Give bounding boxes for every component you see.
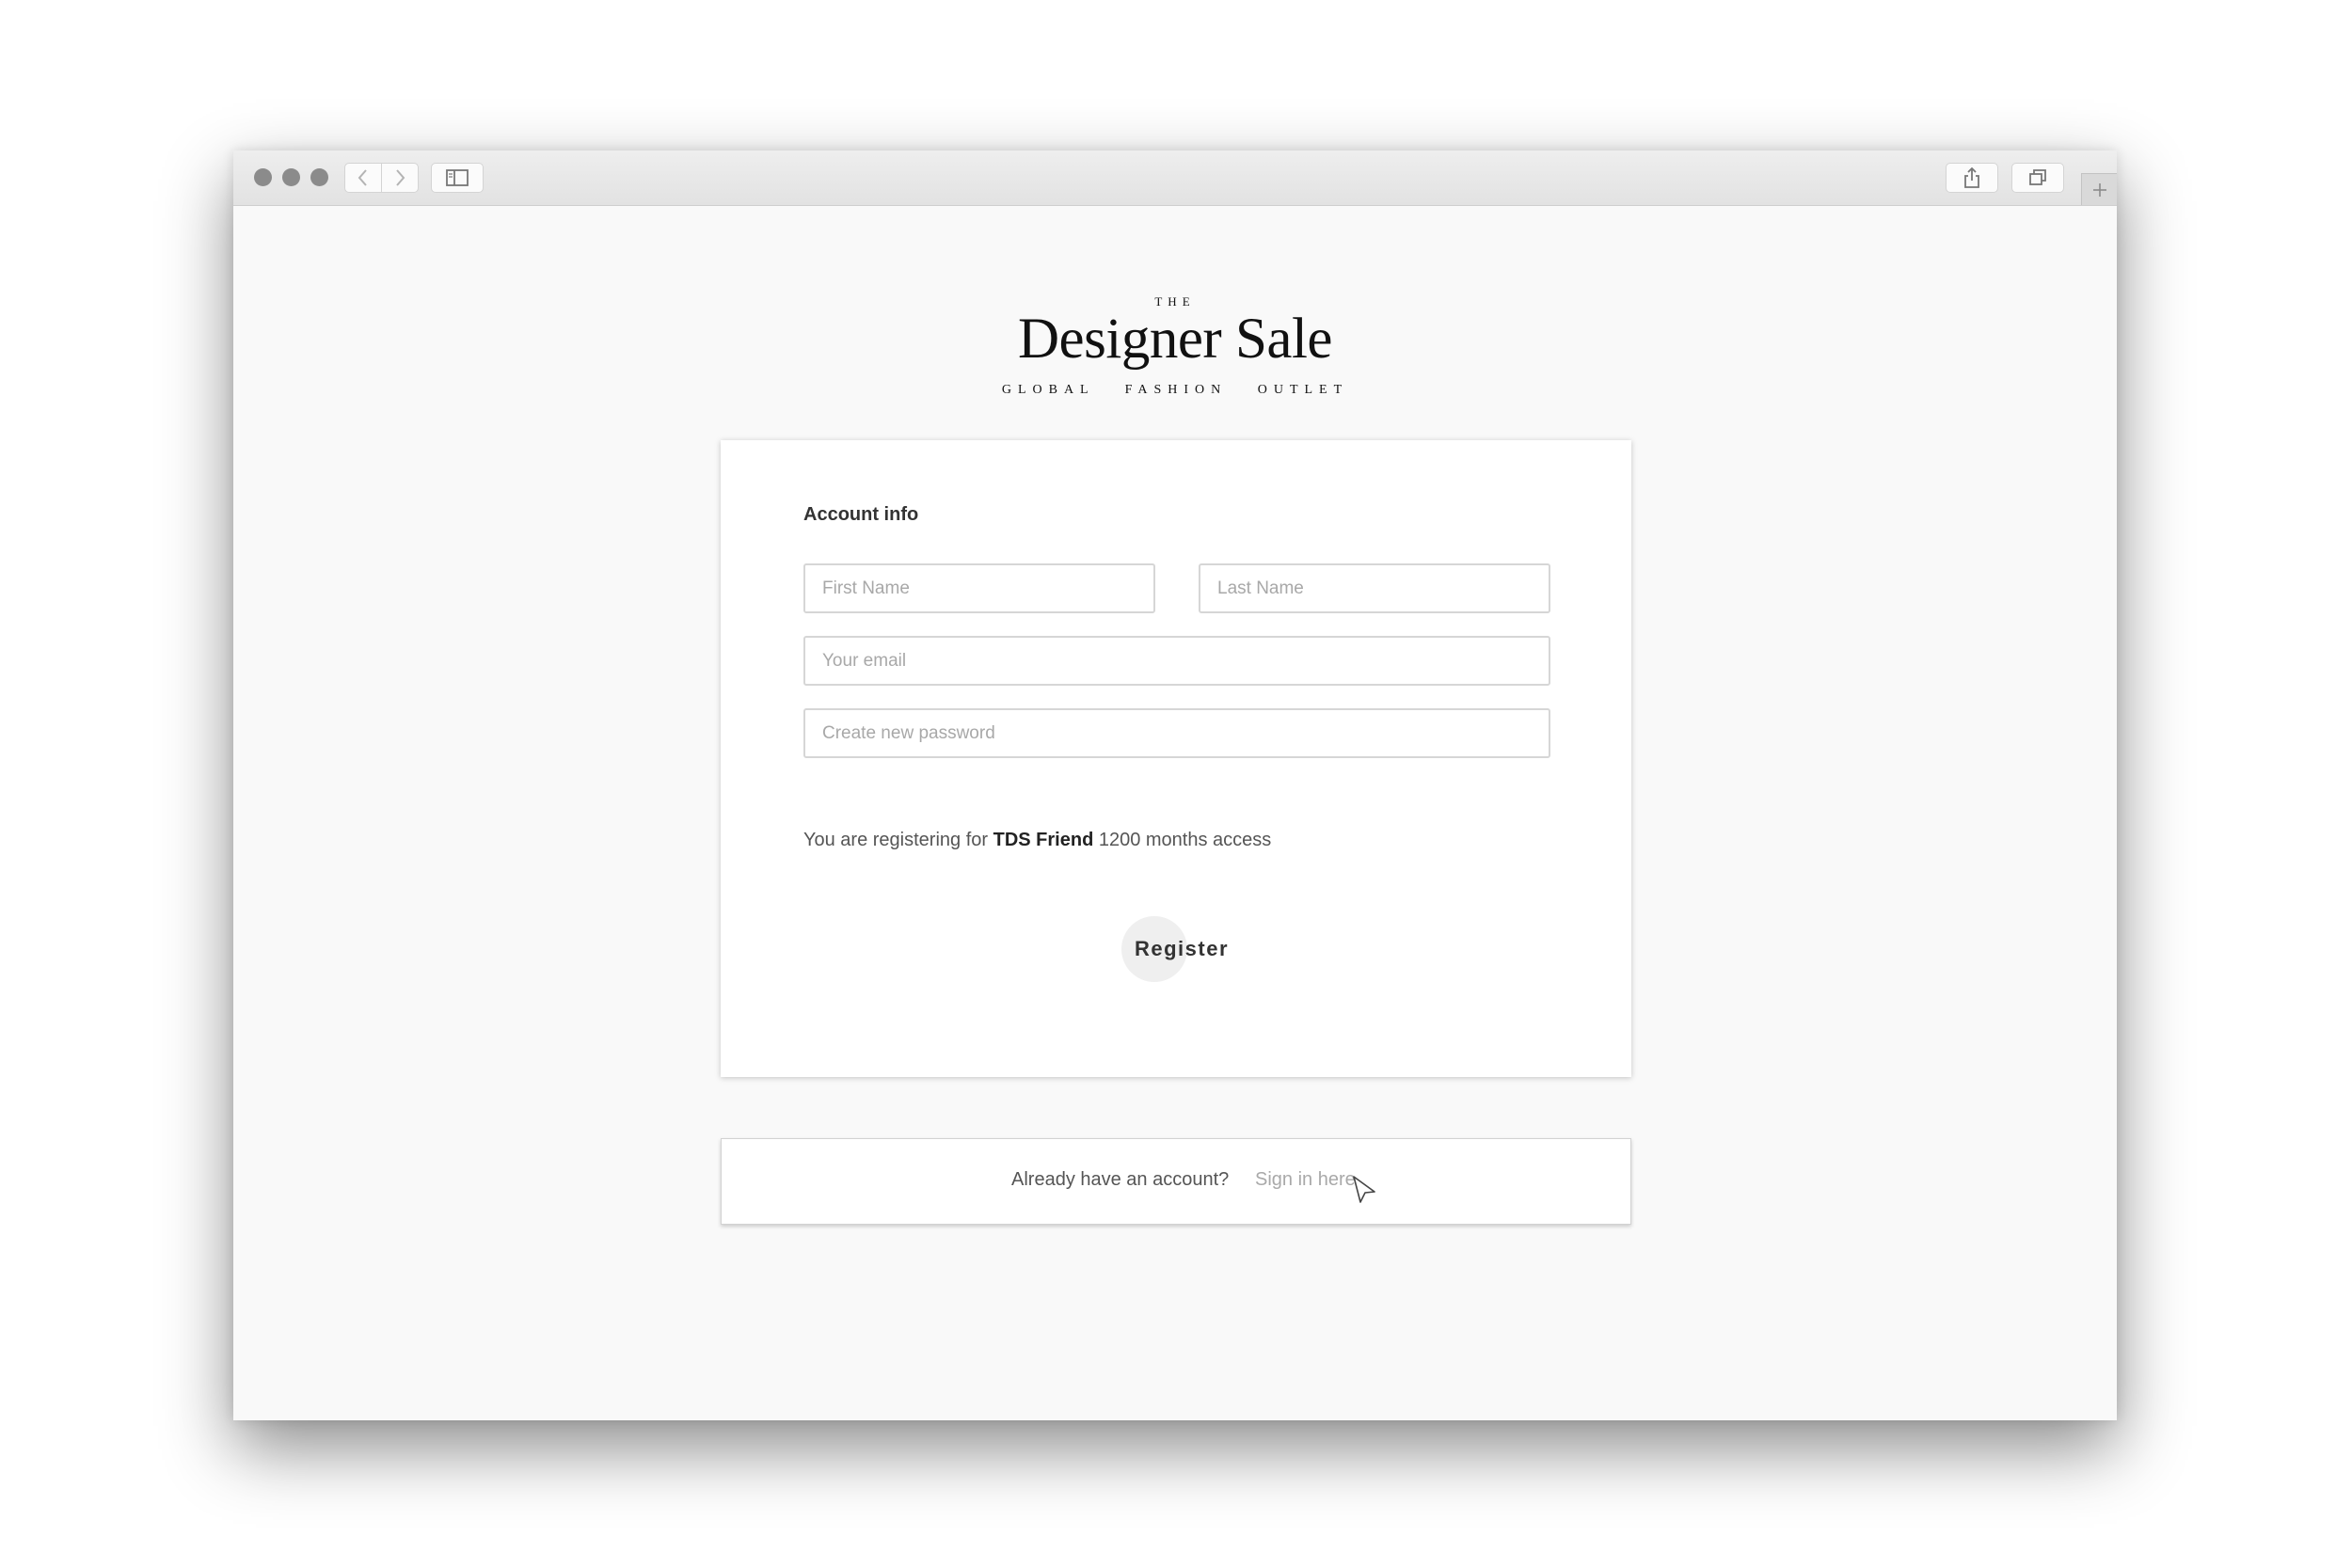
logo-name: Designer Sale: [1018, 308, 1332, 371]
close-window-button[interactable]: [254, 168, 272, 186]
last-name-input[interactable]: [1199, 563, 1550, 613]
email-input[interactable]: [803, 636, 1550, 686]
mouse-cursor-icon: [1353, 1176, 1375, 1203]
note-prefix: You are registering for: [803, 830, 993, 850]
share-button[interactable]: [1946, 163, 1998, 193]
zoom-window-button[interactable]: [310, 168, 328, 186]
browser-window: THE Designer Sale GLOBAL FASHION OUTLET …: [233, 150, 2117, 1420]
back-button[interactable]: [344, 163, 382, 193]
chevron-right-icon: [396, 169, 405, 186]
registration-note: You are registering for TDS Friend 1200 …: [803, 830, 1271, 851]
browser-toolbar: [233, 150, 2117, 206]
sidebar-icon: [446, 169, 469, 186]
signin-prompt: Already have an account?: [1011, 1169, 1230, 1190]
password-input[interactable]: [803, 708, 1550, 758]
section-title: Account info: [803, 504, 919, 525]
forward-button[interactable]: [381, 163, 419, 193]
sidebar-toggle-button[interactable]: [431, 163, 484, 193]
signin-panel: Already have an account? Sign in here.: [721, 1138, 1631, 1225]
registration-card: Account info You are registering for TDS…: [721, 440, 1631, 1077]
chevron-left-icon: [358, 169, 367, 186]
show-tabs-button[interactable]: [2011, 163, 2064, 193]
register-button[interactable]: Register: [1097, 916, 1266, 982]
logo-tagline: GLOBAL FASHION OUTLET: [1001, 383, 1349, 397]
share-icon: [1964, 166, 1979, 188]
minimize-window-button[interactable]: [282, 168, 300, 186]
tabs-icon: [2029, 169, 2046, 185]
signin-link[interactable]: Sign in here.: [1255, 1169, 1360, 1191]
plus-icon: [2092, 182, 2106, 197]
plan-name: TDS Friend: [993, 830, 1094, 850]
new-tab-button[interactable]: [2081, 173, 2117, 205]
register-button-label: Register: [1134, 937, 1230, 960]
first-name-input[interactable]: [803, 563, 1155, 613]
note-suffix: 1200 months access: [1093, 830, 1272, 850]
